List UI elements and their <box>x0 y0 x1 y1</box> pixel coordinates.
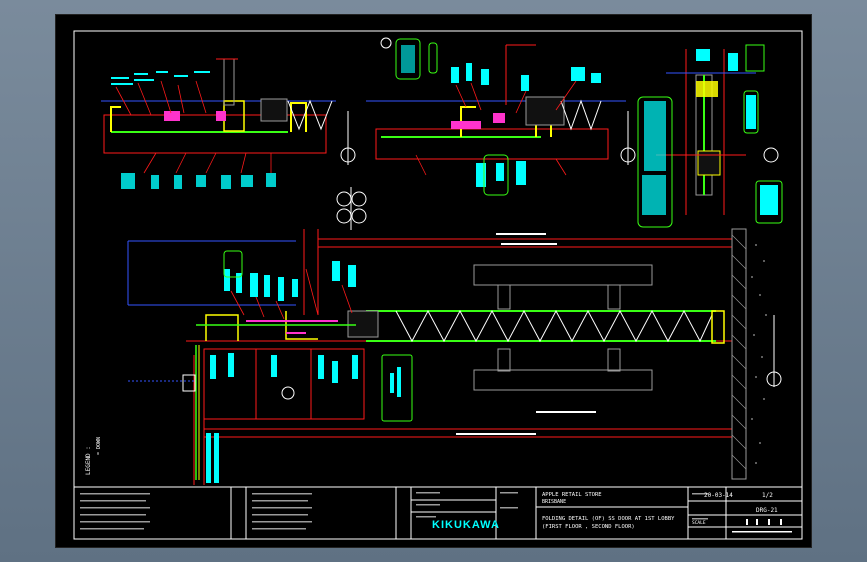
legend: LEGEND : = DOWN <box>85 437 102 475</box>
title-block: KIKUKAWA APPLE RETAIL STORE BRISBANE FOL… <box>73 486 803 540</box>
cad-drawing-viewport[interactable]: LEGEND : = DOWN KIKUKAWA APPLE RETAIL ST… <box>55 14 812 548</box>
legend-title: LEGEND : <box>85 446 92 475</box>
title-project-line2: BRISBANE <box>542 499 566 505</box>
title-date: 20-03-14 <box>704 492 733 499</box>
cad-drawing: LEGEND : = DOWN KIKUKAWA APPLE RETAIL ST… <box>73 30 803 540</box>
top-left-detail <box>101 58 356 189</box>
title-drawing-no: DRG-21 <box>756 507 778 514</box>
section-marker-symbol <box>336 187 367 230</box>
title-drawing-title-1: FOLDING DETAIL (OF) SS DOOR AT 1ST LOBBY <box>542 516 675 522</box>
title-scale-label: SCALE <box>692 520 706 526</box>
title-logo: KIKUKAWA <box>432 519 500 531</box>
legend-item-down: = DOWN <box>96 437 102 455</box>
title-sheet: 1/2 <box>762 492 773 499</box>
main-plan-section <box>127 228 782 485</box>
top-right-detail <box>637 44 783 228</box>
top-middle-detail <box>366 37 636 196</box>
sheet-border <box>73 30 803 540</box>
title-project: APPLE RETAIL STORE <box>542 492 602 498</box>
title-drawing-title-2: (FIRST FLOOR , SECOND FLOOR) <box>542 524 635 530</box>
